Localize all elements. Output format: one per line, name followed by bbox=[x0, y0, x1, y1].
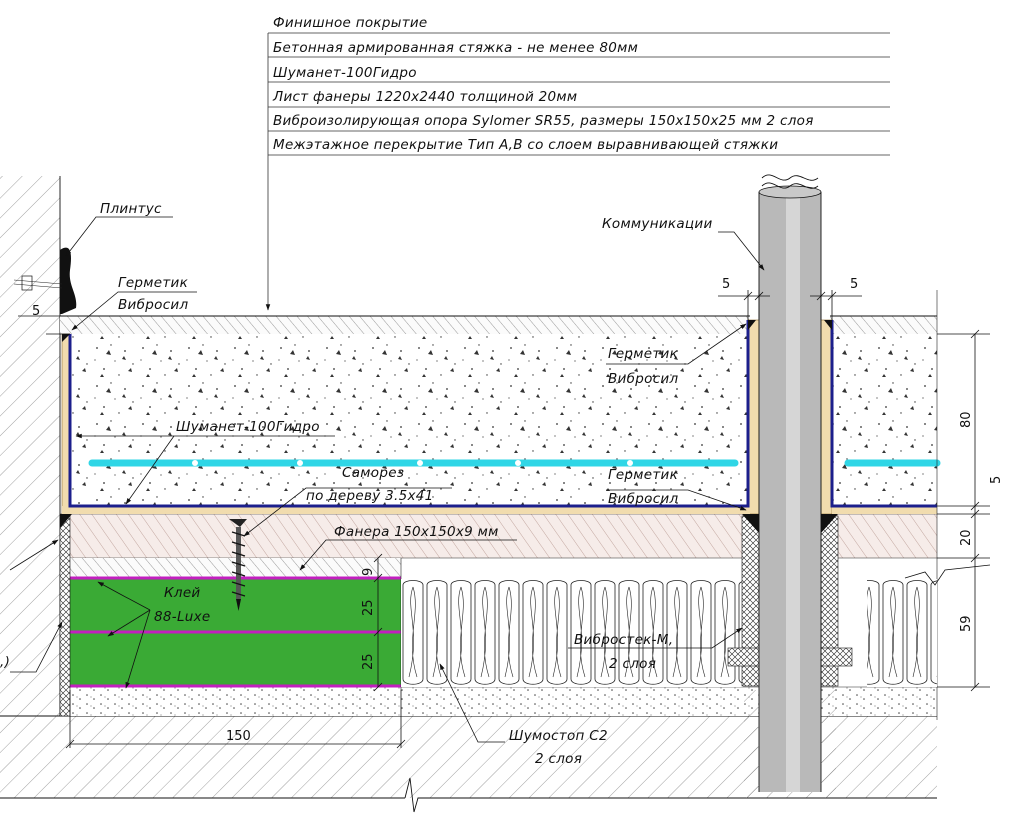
label-klei-brand: 88-Luxe bbox=[154, 609, 211, 625]
legend-item-slab: Межэтажное перекрытие Тип А,В со слоем в… bbox=[273, 137, 778, 153]
dim-plywood: 20 bbox=[959, 529, 974, 546]
label-fanera: Фанера 150х150х9 мм bbox=[334, 524, 499, 540]
label-samorez-size: по дереву 3.5х41 bbox=[306, 488, 434, 504]
label-germetik-right-top: Герметик bbox=[608, 346, 679, 362]
label-vibrostek-layers: 2 слоя bbox=[609, 656, 656, 672]
dim-gap-pipe-right: 5 bbox=[850, 277, 858, 292]
floor-section-drawing: Финишное покрытие Бетонная армированная … bbox=[0, 15, 1004, 813]
vibro-support-pad bbox=[70, 558, 402, 690]
label-vibrostek: Вибростек-М, bbox=[574, 632, 673, 648]
dim-gap-pipe-left: 5 bbox=[722, 277, 730, 292]
dim-pad-mid: 25 bbox=[361, 599, 376, 616]
label-vibrosil-right-top: Вибросил bbox=[608, 371, 678, 387]
left-wall bbox=[0, 176, 61, 716]
legend-item-finish: Финишное покрытие bbox=[273, 15, 428, 31]
dim-support: 59 bbox=[959, 615, 974, 632]
dim-pad-upper: 9 bbox=[361, 568, 376, 576]
label-shumostop-layers: 2 слоя bbox=[535, 751, 582, 767]
label-klei: Клей bbox=[164, 585, 201, 601]
screed-right bbox=[830, 316, 937, 506]
dim-gap-left: 5 bbox=[32, 304, 40, 319]
label-germetik-left: Герметик bbox=[118, 275, 189, 291]
label-vibrosil-right-bottom: Вибросил bbox=[608, 491, 678, 507]
label-shumanet: Шуманет-100Гидро bbox=[176, 419, 320, 435]
label-kommunikacii: Коммуникации bbox=[602, 216, 713, 232]
label-left-cut: ,) bbox=[0, 654, 10, 670]
legend-item-screed: Бетонная армированная стяжка - не менее … bbox=[273, 40, 638, 56]
dim-pad-low: 25 bbox=[361, 653, 376, 670]
dim-shumanet-gap: 5 bbox=[989, 476, 1004, 484]
legend-item-sylomer: Виброизолирующая опора Sylomer SR55, раз… bbox=[273, 113, 814, 129]
label-germetik-right-bottom: Герметик bbox=[608, 467, 679, 483]
label-samorez: Саморез bbox=[342, 465, 404, 481]
dim-pad-width: 150 bbox=[226, 729, 251, 744]
dim-screed: 80 bbox=[959, 411, 974, 428]
label-plintus: Плинтус bbox=[100, 201, 162, 217]
legend-item-plywood: Лист фанеры 1220х2440 толщиной 20мм bbox=[272, 89, 577, 105]
legend-item-shumanet: Шуманет-100Гидро bbox=[273, 65, 417, 81]
pipe bbox=[758, 174, 822, 792]
plywood-head-pad bbox=[70, 558, 401, 578]
label-shumostop: Шумостоп С2 bbox=[509, 728, 608, 744]
label-vibrosil-left: Вибросил bbox=[118, 297, 188, 313]
